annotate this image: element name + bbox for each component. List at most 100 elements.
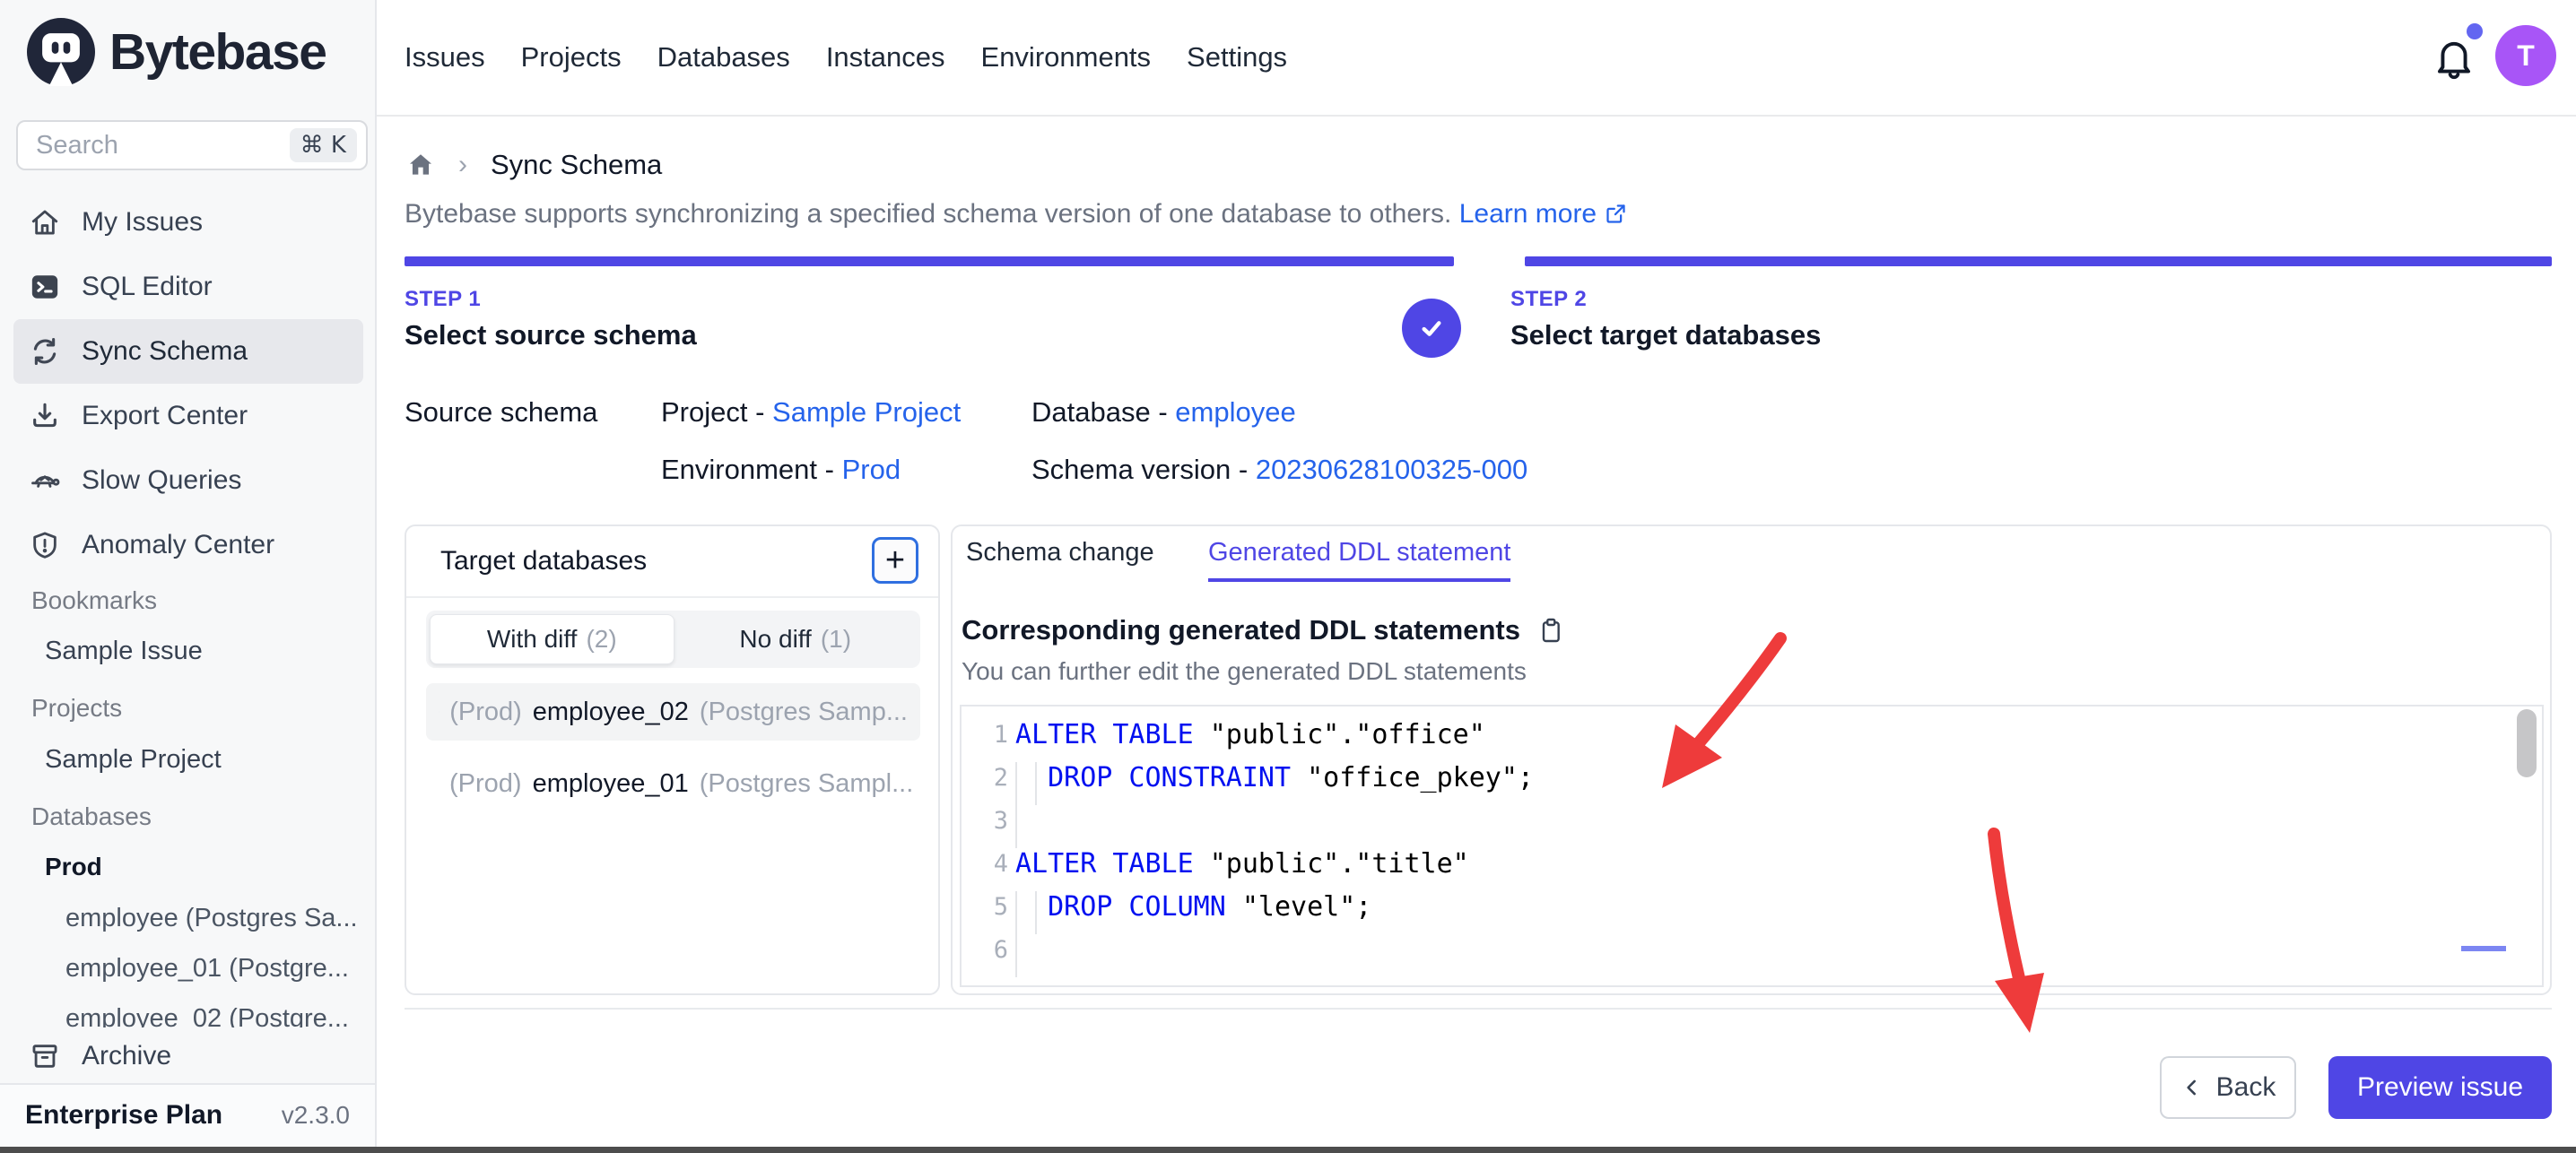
sidebar-section-projects: Projects [31,694,122,723]
tab-count: (2) [586,625,616,654]
code-line: 5 DROP COLUMN "level"; [962,886,2542,929]
target-db-row-employee-01[interactable]: (Prod) employee_01 (Postgres Sampl... [426,755,920,812]
environment-link[interactable]: Prod [842,454,901,485]
notification-dot [2467,23,2483,39]
step2-title: Select target databases [1510,319,1821,351]
nav-item-projects[interactable]: Projects [521,41,622,74]
learn-more-link[interactable]: Learn more [1459,199,1597,229]
sidebar-item-my-issues[interactable]: My Issues [13,190,363,255]
project-link[interactable]: Sample Project [772,396,961,428]
step1-label: STEP 1 [405,287,697,312]
sidebar-footer[interactable]: Enterprise Plan v2.3.0 [0,1083,375,1146]
sidebar-section-databases: Databases [31,802,152,831]
sidebar-item-label: Sync Schema [82,336,248,367]
source-environment: Environment - Prod [661,454,901,486]
code-line: 2 DROP CONSTRAINT "office_pkey"; [962,757,2542,800]
preview-issue-label: Preview issue [2357,1072,2523,1103]
diff-filter-segmented-control: With diff (2) No diff (1) [426,611,920,668]
sidebar-item-slow-queries[interactable]: Slow Queries [13,448,363,513]
source-schema-label: Source schema [405,396,597,429]
sidebar-project-sample-project[interactable]: Sample Project [45,745,222,775]
search-shortcut-badge: ⌘ K [290,128,357,162]
nav-item-settings[interactable]: Settings [1187,41,1287,74]
bytebase-logo-icon [27,18,95,86]
sidebar-item-archive[interactable]: Archive [13,1027,363,1085]
sql-code-editor[interactable]: 1ALTER TABLE "public"."office" 2 DROP CO… [960,705,2544,987]
copy-clipboard-icon[interactable] [1536,616,1565,645]
sidebar-db-employee[interactable]: employee (Postgres Sa... [65,904,361,933]
main-nav: Issues Projects Databases Instances Envi… [405,0,1287,115]
preview-issue-button[interactable]: Preview issue [2328,1056,2552,1119]
sidebar-item-label: Export Center [82,401,248,431]
tab-no-diff[interactable]: No diff (1) [674,614,918,664]
home-icon [30,207,60,238]
editor-vertical-scrollbar[interactable] [2517,709,2537,777]
breadcrumb-home-icon[interactable] [406,151,435,179]
plan-label: Enterprise Plan [25,1100,222,1131]
schema-version-link[interactable]: 20230628100325-000 [1256,454,1527,485]
code-line: 4ALTER TABLE "public"."title" [962,843,2542,886]
tab-schema-change[interactable]: Schema change [966,526,1154,582]
bytebase-app: Bytebase ⌘ K My Issues SQL Editor [0,0,2576,1153]
db-name: employee_01 [533,769,689,799]
sidebar: Bytebase ⌘ K My Issues SQL Editor [0,0,377,1153]
sidebar-bookmark-sample-issue[interactable]: Sample Issue [45,637,203,666]
search-input[interactable] [36,131,290,160]
step1-block: STEP 1 Select source schema [405,287,697,351]
sidebar-archive-row: Archive [0,1027,375,1085]
page-description: Bytebase supports synchronizing a specif… [405,199,1628,230]
breadcrumb-page-title: Sync Schema [491,149,662,181]
step2-label: STEP 2 [1510,287,1821,312]
tab-with-diff[interactable]: With diff (2) [430,614,674,664]
tab-count: (1) [821,625,851,654]
sidebar-item-label: My Issues [82,207,203,238]
user-avatar[interactable]: T [2495,25,2556,86]
step2-progress-bar [1525,256,2552,266]
nav-item-environments[interactable]: Environments [981,41,1152,74]
code-line: 3 [962,800,2542,843]
target-databases-title: Target databases [440,526,647,596]
db-environment: (Prod) [449,698,522,727]
step-complete-check-icon [1402,299,1461,358]
target-card-header: Target databases + [406,526,938,596]
notification-bell-icon[interactable] [2431,34,2477,81]
sidebar-item-label: Anomaly Center [82,530,274,560]
source-schema-version: Schema version - 20230628100325-000 [1031,454,1527,486]
search-box[interactable]: ⌘ K [16,120,368,170]
editor-horizontal-scrollbar[interactable] [2461,946,2506,951]
sidebar-db-env-prod: Prod [45,853,102,881]
schema-version-label: Schema version - [1031,454,1256,485]
sync-icon [30,336,60,367]
nav-item-databases[interactable]: Databases [657,41,790,74]
sidebar-db-employee-01[interactable]: employee_01 (Postgre... [65,954,361,984]
brand-logo[interactable]: Bytebase [27,18,326,86]
ddl-heading-row: Corresponding generated DDL statements [962,614,1565,646]
tab-label: No diff [739,625,811,654]
environment-label: Environment - [661,454,842,485]
breadcrumb-separator: › [458,150,467,180]
sidebar-item-sync-schema[interactable]: Sync Schema [13,319,363,384]
database-label: Database - [1031,396,1175,428]
sidebar-item-export-center[interactable]: Export Center [13,384,363,448]
source-database: Database - employee [1031,396,1296,429]
step1-title: Select source schema [405,319,697,351]
sidebar-item-label: Archive [82,1041,171,1071]
tab-generated-ddl[interactable]: Generated DDL statement [1208,526,1510,582]
indent-guide [1015,762,1017,848]
nav-item-issues[interactable]: Issues [405,41,485,74]
target-db-row-employee-02[interactable]: (Prod) employee_02 (Postgres Samp... [426,683,920,741]
indent-guide [1035,762,1037,805]
back-button[interactable]: Back [2160,1056,2296,1119]
ddl-subheading: You can further edit the generated DDL s… [962,657,1527,686]
db-suffix: (Postgres Samp... [700,698,908,727]
project-label: Project - [661,396,772,428]
nav-item-instances[interactable]: Instances [826,41,945,74]
database-link[interactable]: employee [1175,396,1295,428]
sidebar-item-anomaly-center[interactable]: Anomaly Center [13,513,363,577]
target-databases-card: Target databases + With diff (2) No diff… [405,524,940,995]
version-label: v2.3.0 [282,1101,350,1130]
external-link-icon[interactable] [1604,202,1628,226]
download-icon [30,401,60,431]
add-target-database-button[interactable]: + [872,537,918,584]
sidebar-item-sql-editor[interactable]: SQL Editor [13,255,363,319]
